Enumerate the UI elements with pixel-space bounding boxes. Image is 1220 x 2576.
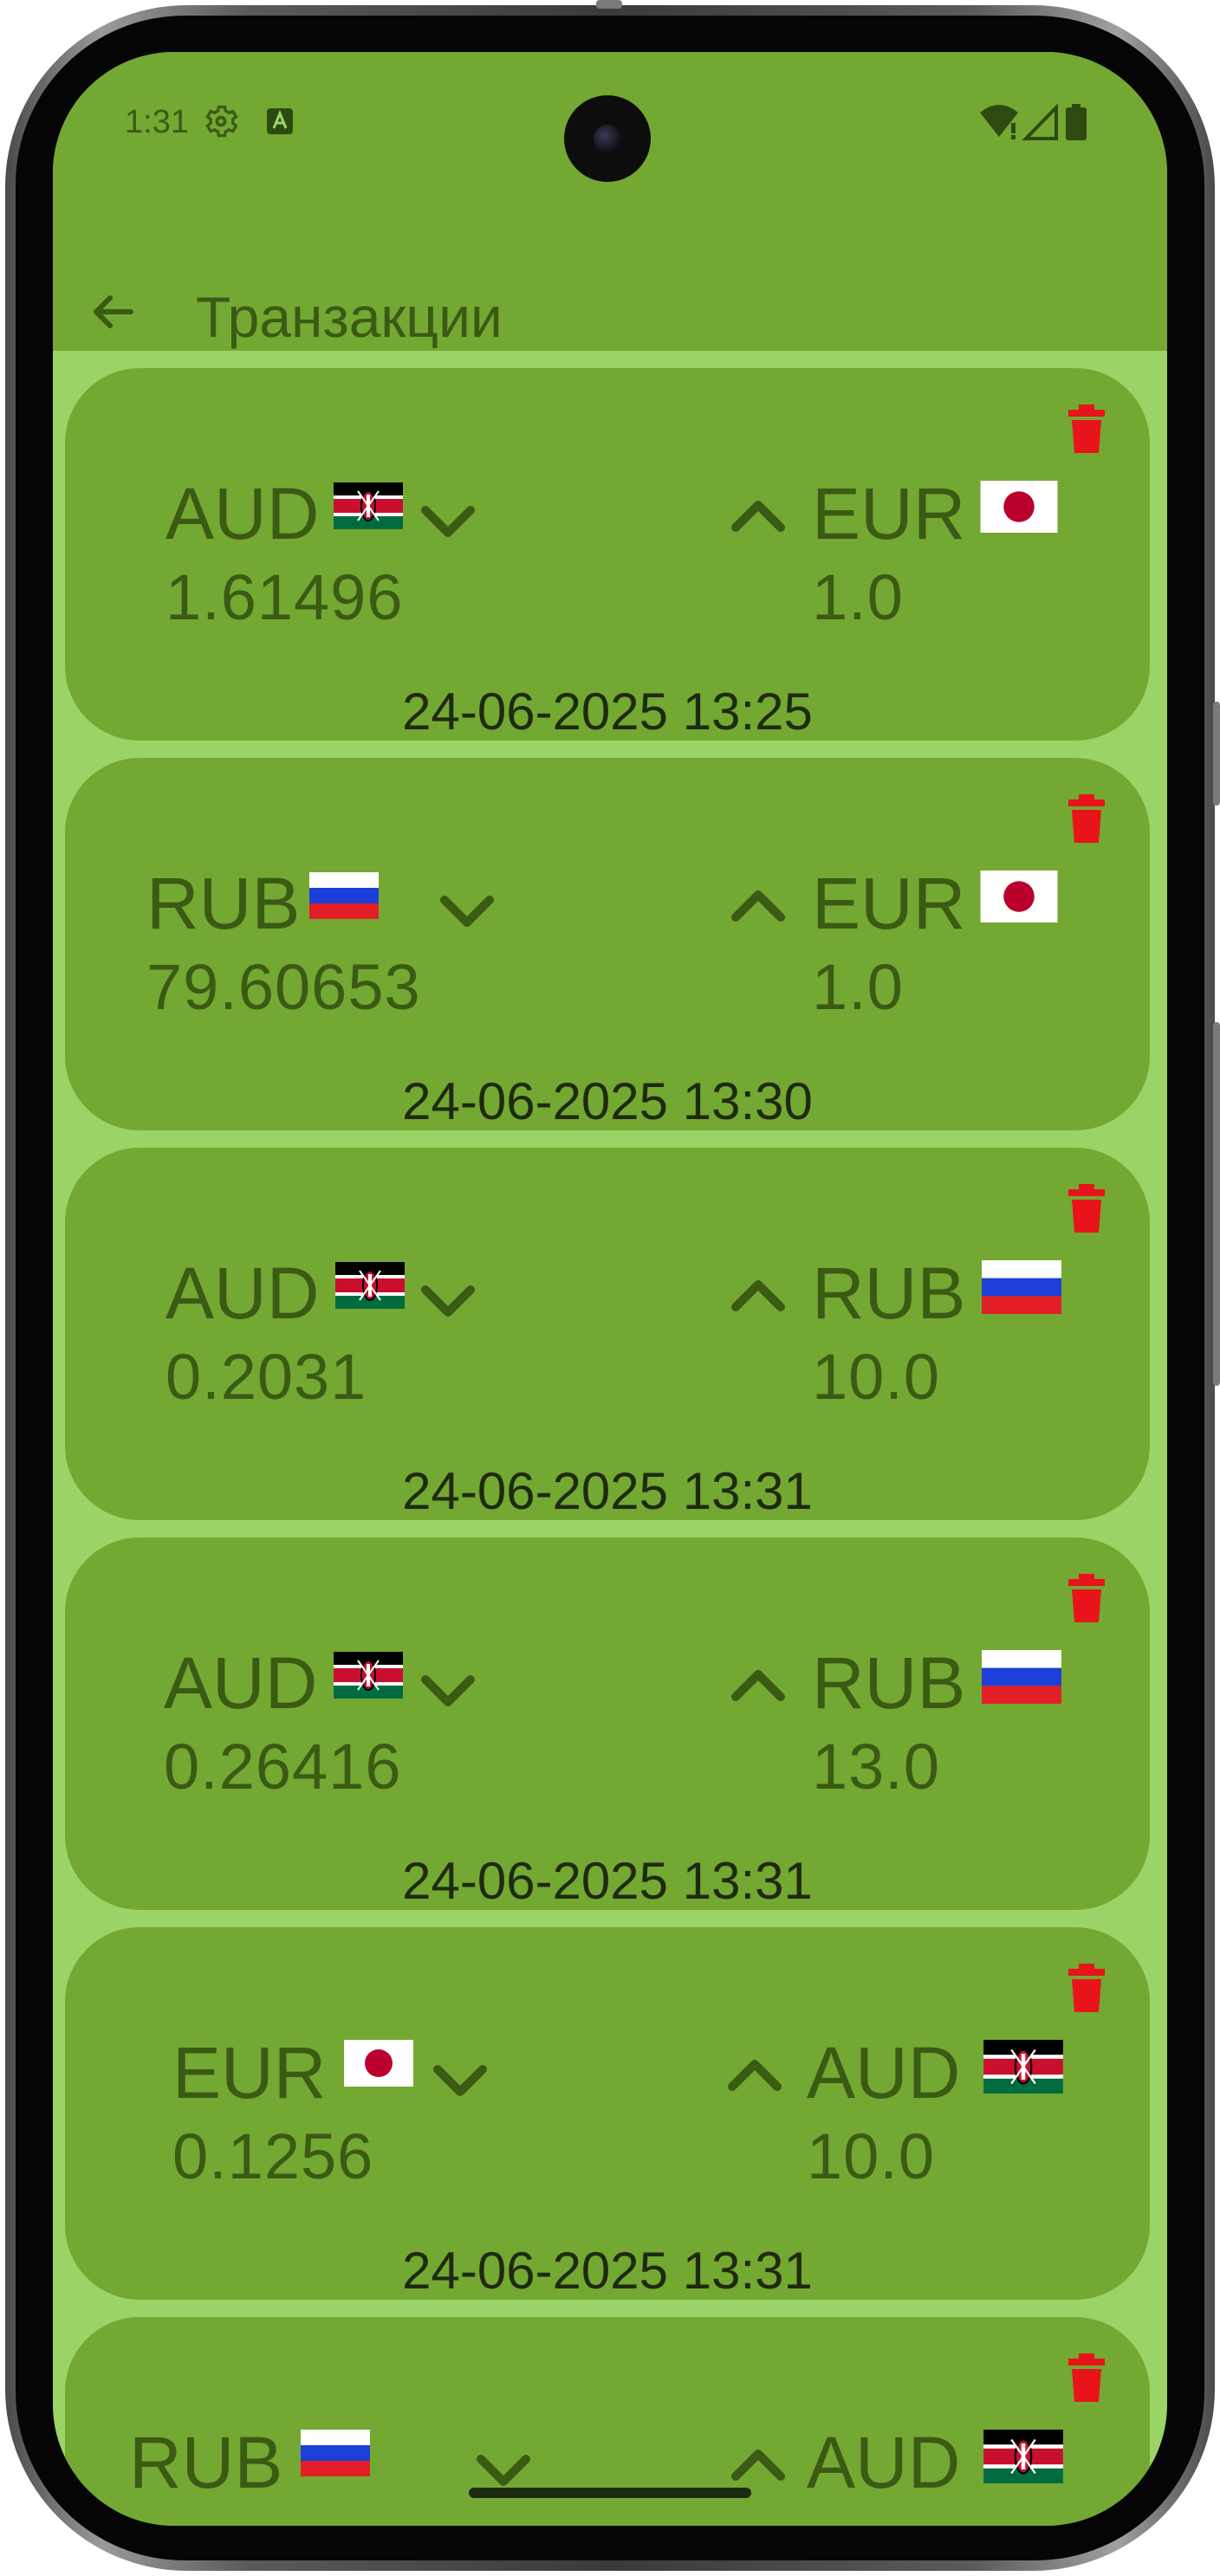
transaction-date: 24-06-2025 13:25 [402,683,813,741]
from-amount: 0.2031 [165,1341,367,1413]
chevron-down-icon[interactable] [432,2064,488,2099]
russia-flag-icon [982,1650,1061,1704]
power-button [1213,702,1220,806]
to-currency-code: EUR [812,863,966,944]
chevron-up-icon[interactable] [730,1667,786,1702]
arrow-back-icon[interactable] [88,286,140,338]
japan-flag-icon [344,2040,413,2087]
top-app-area: 1:31 Транзакции [53,52,1167,351]
kenya-flag-icon [983,2040,1063,2094]
chevron-up-icon[interactable] [730,1278,786,1312]
transaction-card: EUR 0.1256 AUD 10.0 24-06-2025 13:31 [65,1927,1150,2300]
to-amount: 10.0 [812,1341,941,1413]
chevron-up-icon[interactable] [727,2057,782,2092]
transaction-card: AUD 0.26416 RUB 13.0 24-06-2025 13:31 [65,1537,1150,1910]
gesture-nav-handle[interactable] [469,2488,751,2498]
to-currency-code: RUB [812,1642,966,1724]
to-currency-code: RUB [812,1252,966,1334]
russia-flag-icon [982,1260,1061,1314]
chevron-down-icon[interactable] [420,1674,476,1709]
text-a-icon [267,108,293,134]
delete-icon[interactable] [1068,405,1105,453]
delete-icon[interactable] [1068,1184,1105,1233]
delete-icon[interactable] [1068,1574,1105,1622]
phone-device: 1:31 Транзакции AUD 1.61496 EUR 1.0 24-0… [0,0,1220,2576]
from-currency-code: AUD [165,1252,320,1334]
chevron-up-icon[interactable] [730,888,786,922]
japan-flag-icon [980,871,1058,922]
delete-icon[interactable] [1068,2353,1105,2402]
to-amount: 1.0 [812,951,904,1023]
transaction-date: 24-06-2025 13:31 [402,2242,813,2300]
kenya-flag-icon [335,1262,405,1309]
transaction-card: RUB 79.60653 EUR 1.0 24-06-2025 13:30 [65,758,1150,1130]
wifi-icon [980,105,1018,139]
japan-flag-icon [980,481,1058,533]
frame-notch-top [596,0,622,9]
from-currency-code: RUB [129,2422,283,2503]
chevron-down-icon[interactable] [476,2454,531,2489]
delete-icon[interactable] [1068,1964,1105,2012]
chevron-down-icon[interactable] [439,895,495,929]
transaction-date: 24-06-2025 13:31 [402,1852,813,1910]
from-currency-code: RUB [146,863,301,944]
to-amount: 10.0 [807,2120,936,2192]
battery-icon [1066,104,1087,140]
to-amount: 13.0 [812,1731,941,1803]
transaction-date: 24-06-2025 13:31 [402,1462,813,1520]
russia-flag-icon [309,872,379,919]
gear-icon [205,105,238,138]
kenya-flag-icon [334,482,403,529]
russia-flag-icon [301,2430,370,2476]
page-title: Транзакции [196,285,503,349]
volume-button [1213,1022,1220,1386]
to-currency-code: EUR [812,473,966,554]
transaction-card: AUD 0.2031 RUB 10.0 24-06-2025 13:31 [65,1148,1150,1520]
delete-icon[interactable] [1068,794,1105,843]
from-amount: 0.26416 [164,1731,402,1803]
screen: 1:31 Транзакции AUD 1.61496 EUR 1.0 24-0… [53,52,1167,2526]
chevron-up-icon[interactable] [730,498,786,533]
chevron-down-icon[interactable] [420,505,476,540]
from-currency-code: AUD [164,1642,318,1724]
kenya-flag-icon [983,2430,1063,2483]
chevron-down-icon[interactable] [420,1285,476,1319]
status-right-icons [980,103,1087,140]
status-time: 1:31 [125,104,189,140]
to-currency-code: AUD [807,2422,961,2503]
from-amount: 79.60653 [146,951,421,1023]
chevron-up-icon[interactable] [730,2447,786,2482]
kenya-flag-icon [334,1652,403,1699]
transaction-date: 24-06-2025 13:30 [402,1072,813,1130]
from-amount: 1.61496 [165,561,404,633]
signal-icon [1022,103,1058,140]
front-camera [564,95,651,182]
from-amount: 0.1256 [172,2120,374,2192]
app-bar: Транзакции [53,225,1167,349]
from-currency-code: EUR [172,2032,327,2113]
to-currency-code: AUD [807,2032,961,2113]
transaction-card: AUD 1.61496 EUR 1.0 24-06-2025 13:25 [65,368,1150,741]
from-currency-code: AUD [165,473,320,554]
to-amount: 1.0 [812,561,904,633]
